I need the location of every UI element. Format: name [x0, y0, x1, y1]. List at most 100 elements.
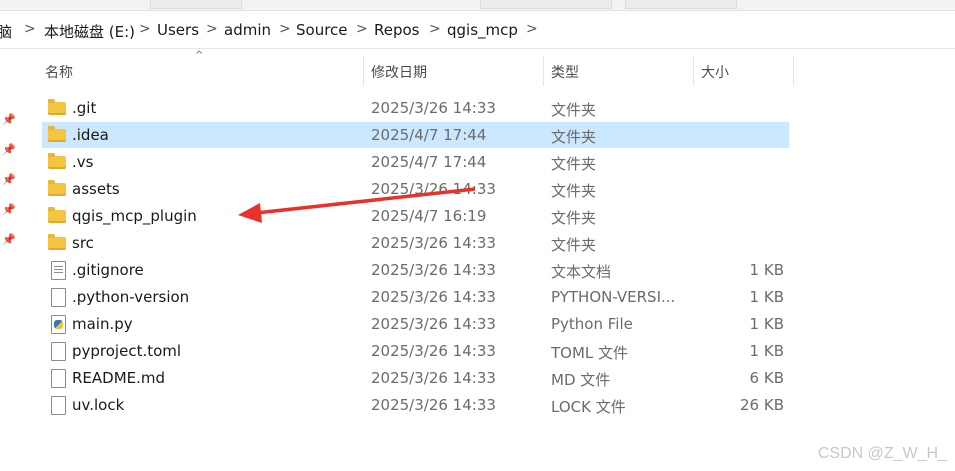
- file-modified-date: 2025/4/7 17:44: [371, 153, 487, 171]
- blank-document-icon: [51, 396, 66, 415]
- file-name: README.md: [72, 369, 166, 387]
- file-type: 文件夹: [551, 209, 597, 227]
- file-type: LOCK 文件: [551, 398, 626, 416]
- column-divider[interactable]: [793, 56, 794, 86]
- file-type: MD 文件: [551, 371, 611, 389]
- file-modified-date: 2025/3/26 14:33: [371, 369, 496, 387]
- file-row[interactable]: .idea 2025/4/7 17:44 文件夹: [42, 122, 789, 148]
- breadcrumb-item[interactable]: admin: [224, 21, 271, 39]
- file-type: PYTHON-VERSI...: [551, 288, 676, 306]
- folder-icon: [48, 126, 66, 142]
- pin-icon[interactable]: 📌: [2, 113, 16, 127]
- file-name: .gitignore: [72, 261, 144, 279]
- pin-icon[interactable]: 📌: [2, 233, 16, 247]
- breadcrumb-item[interactable]: 脑: [0, 21, 12, 42]
- file-modified-date: 2025/3/26 14:33: [371, 99, 496, 117]
- folder-icon: [48, 207, 66, 223]
- file-row[interactable]: main.py 2025/3/26 14:33 Python File 1 KB: [42, 311, 789, 337]
- file-name: .idea: [72, 126, 109, 144]
- ribbon-button[interactable]: [150, 0, 242, 9]
- file-modified-date: 2025/3/26 14:33: [371, 180, 496, 198]
- chevron-right-icon[interactable]: >: [279, 21, 291, 37]
- breadcrumb-item[interactable]: Users: [157, 21, 199, 39]
- file-row[interactable]: .gitignore 2025/3/26 14:33 文本文档 1 KB: [42, 257, 789, 283]
- column-header-name[interactable]: 名称: [45, 62, 73, 92]
- sort-ascending-icon: ^: [195, 50, 204, 61]
- file-type: 文件夹: [551, 155, 597, 173]
- file-modified-date: 2025/3/26 14:33: [371, 396, 496, 414]
- file-row[interactable]: .python-version 2025/3/26 14:33 PYTHON-VER…: [42, 284, 789, 310]
- breadcrumb-item[interactable]: qgis_mcp: [447, 21, 518, 39]
- pin-icon[interactable]: 📌: [2, 143, 16, 157]
- chevron-right-icon[interactable]: >: [206, 21, 218, 37]
- watermark: CSDN @Z_W_H_: [817, 445, 947, 462]
- file-type: 文件夹: [551, 101, 597, 119]
- file-modified-date: 2025/3/26 14:33: [371, 261, 496, 279]
- file-modified-date: 2025/3/26 14:33: [371, 288, 496, 306]
- file-size: 26 KB: [740, 396, 784, 414]
- file-size: 1 KB: [749, 342, 784, 360]
- file-type: 文件夹: [551, 128, 597, 146]
- file-row[interactable]: pyproject.toml 2025/3/26 14:33 TOML 文件 1 KB: [42, 338, 789, 364]
- file-name: qgis_mcp_plugin: [72, 207, 197, 225]
- breadcrumb-item[interactable]: 本地磁盘 (E:): [44, 21, 135, 42]
- file-name: main.py: [72, 315, 133, 333]
- file-row[interactable]: .git 2025/3/26 14:33 文件夹: [42, 95, 789, 121]
- file-name: .vs: [72, 153, 94, 171]
- file-type: 文本文档: [551, 263, 612, 281]
- file-name: assets: [72, 180, 120, 198]
- file-name: .git: [72, 99, 97, 117]
- file-size: 6 KB: [749, 369, 784, 387]
- file-type: 文件夹: [551, 182, 597, 200]
- file-name: src: [72, 234, 94, 252]
- file-row[interactable]: README.md 2025/3/26 14:33 MD 文件 6 KB: [42, 365, 789, 391]
- file-size: 1 KB: [749, 261, 784, 279]
- text-document-icon: [51, 261, 66, 280]
- file-row[interactable]: assets 2025/3/26 14:33 文件夹: [42, 176, 789, 202]
- file-modified-date: 2025/4/7 16:19: [371, 207, 487, 225]
- python-file-icon: [51, 315, 66, 334]
- file-type: Python File: [551, 315, 633, 333]
- ribbon-button[interactable]: [480, 0, 612, 9]
- folder-icon: [48, 99, 66, 115]
- blank-document-icon: [51, 342, 66, 361]
- column-header-type[interactable]: 类型: [551, 62, 579, 92]
- file-name: .python-version: [72, 288, 190, 306]
- file-modified-date: 2025/3/26 14:33: [371, 342, 496, 360]
- ribbon-toolbar-remnant: [0, 0, 955, 11]
- column-header-date[interactable]: 修改日期: [371, 62, 427, 92]
- chevron-right-icon[interactable]: >: [24, 21, 36, 37]
- column-header-size[interactable]: 大小: [701, 62, 729, 92]
- folder-icon: [48, 153, 66, 169]
- file-name: uv.lock: [72, 396, 125, 414]
- breadcrumb-item[interactable]: Repos: [374, 21, 420, 39]
- pin-icon[interactable]: 📌: [2, 203, 16, 217]
- file-modified-date: 2025/4/7 17:44: [371, 126, 487, 144]
- file-modified-date: 2025/3/26 14:33: [371, 234, 496, 252]
- file-type: TOML 文件: [551, 344, 629, 362]
- file-row[interactable]: .vs 2025/4/7 17:44 文件夹: [42, 149, 789, 175]
- chevron-right-icon[interactable]: >: [356, 21, 368, 37]
- folder-icon: [48, 180, 66, 196]
- chevron-right-icon[interactable]: >: [429, 21, 441, 37]
- file-size: 1 KB: [749, 315, 784, 333]
- blank-document-icon: [51, 369, 66, 388]
- column-divider[interactable]: [543, 56, 544, 86]
- blank-document-icon: [51, 288, 66, 307]
- file-modified-date: 2025/3/26 14:33: [371, 315, 496, 333]
- file-name: pyproject.toml: [72, 342, 182, 360]
- column-divider[interactable]: [693, 56, 694, 86]
- address-bar[interactable]: 脑 > 本地磁盘 (E:) > Users > admin > Source >…: [0, 12, 955, 49]
- chevron-right-icon[interactable]: >: [526, 21, 538, 37]
- chevron-right-icon[interactable]: >: [139, 21, 151, 37]
- pin-icon[interactable]: 📌: [2, 173, 16, 187]
- ribbon-button[interactable]: [625, 0, 737, 9]
- file-row[interactable]: src 2025/3/26 14:33 文件夹: [42, 230, 789, 256]
- folder-icon: [48, 234, 66, 250]
- file-type: 文件夹: [551, 236, 597, 254]
- breadcrumb-item[interactable]: Source: [296, 21, 348, 39]
- file-size: 1 KB: [749, 288, 784, 306]
- file-row[interactable]: uv.lock 2025/3/26 14:33 LOCK 文件 26 KB: [42, 392, 789, 418]
- file-row[interactable]: qgis_mcp_plugin 2025/4/7 16:19 文件夹: [42, 203, 789, 229]
- column-divider[interactable]: [363, 56, 364, 86]
